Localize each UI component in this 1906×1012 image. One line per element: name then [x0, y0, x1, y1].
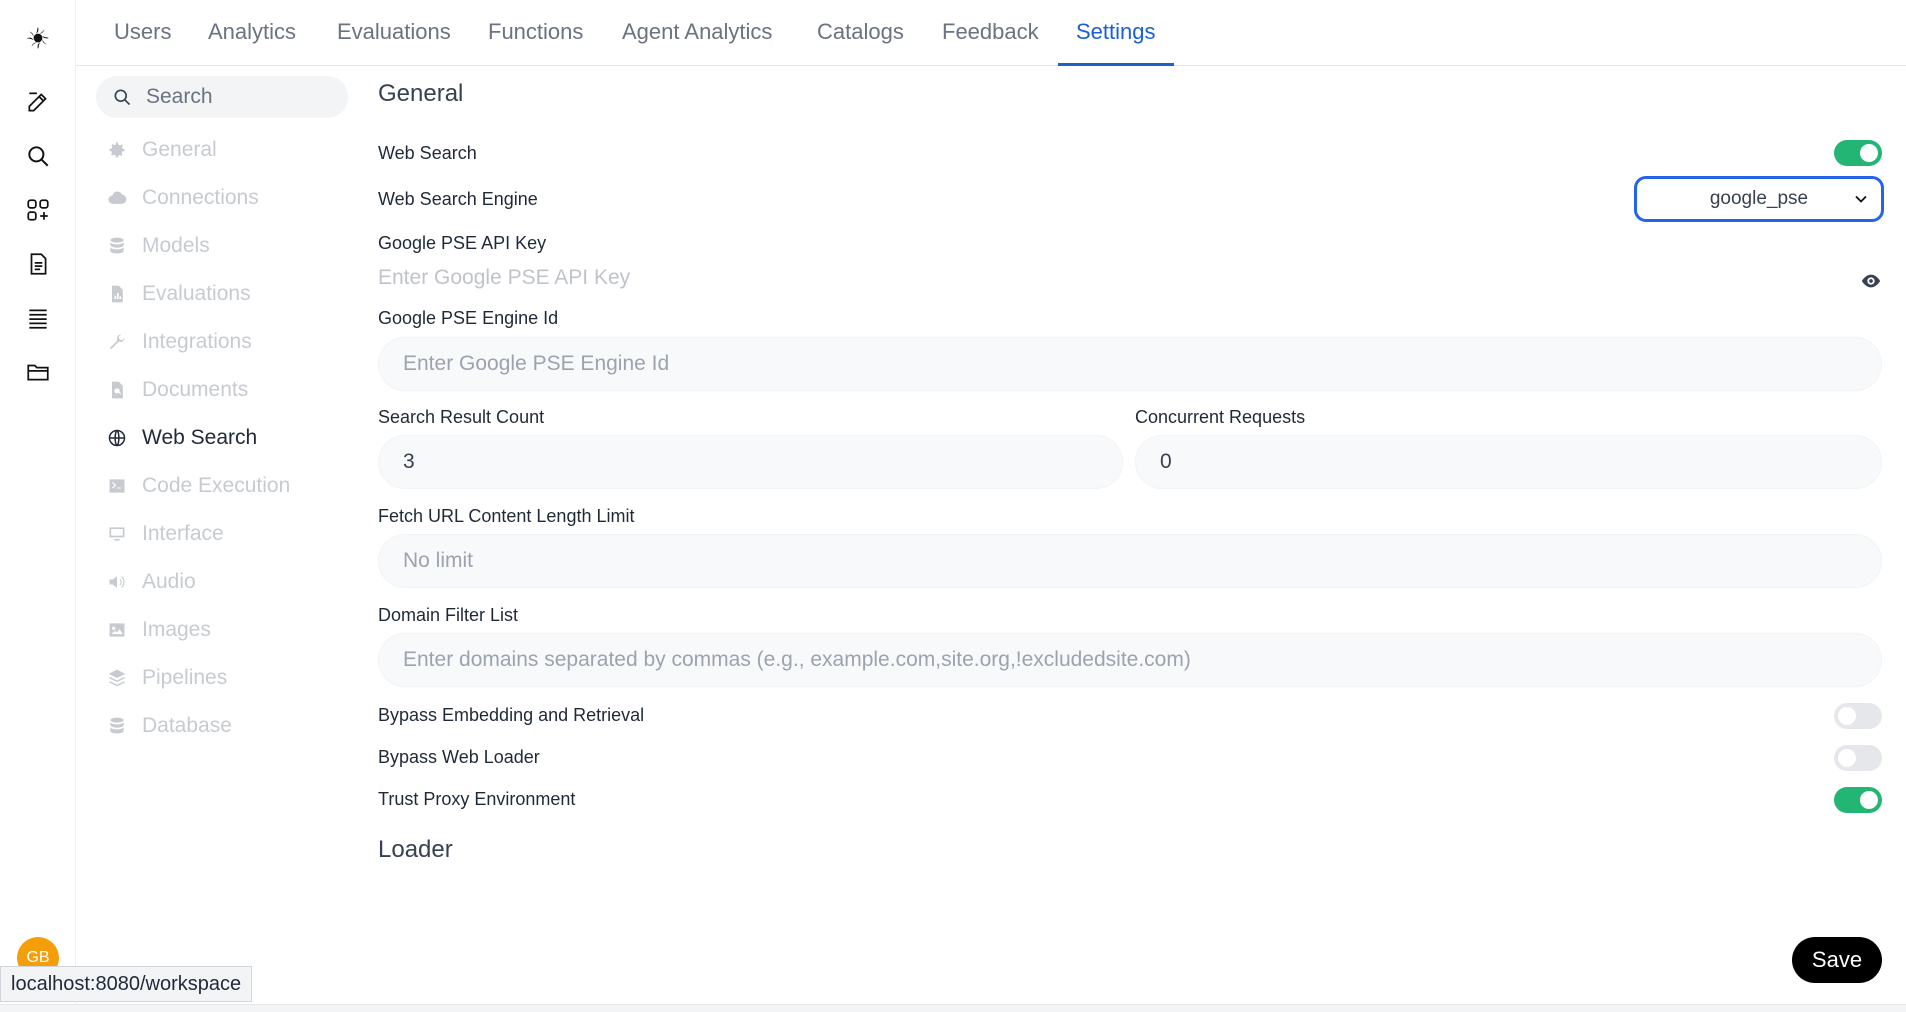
result-count-label: Search Result Count [378, 407, 545, 427]
tab-analytics[interactable]: Analytics [208, 0, 296, 66]
toggle-knob [1838, 707, 1856, 725]
apps-icon[interactable] [22, 194, 54, 226]
section-title-loader: Loader [378, 836, 453, 863]
sidebar-item-label: Images [142, 618, 211, 641]
list-icon[interactable] [22, 302, 54, 334]
sidebar-item-label: Evaluations [142, 282, 251, 305]
folder-icon[interactable] [22, 356, 54, 388]
sidebar-item-label: Audio [142, 570, 196, 593]
sidebar-item-evaluations[interactable]: Evaluations [106, 276, 251, 312]
domain-filter-label: Domain Filter List [378, 605, 519, 625]
trust-proxy-toggle[interactable] [1834, 787, 1882, 813]
engine-label: Web Search Engine [378, 189, 538, 209]
bypass-loader-toggle[interactable] [1834, 745, 1882, 771]
sidebar-item-connections[interactable]: Connections [106, 180, 259, 216]
tab-evaluations[interactable]: Evaluations [337, 0, 451, 66]
engine-id-label: Google PSE Engine Id [378, 308, 559, 328]
sidebar-item-label: Integrations [142, 330, 252, 353]
bypass-embedding-toggle[interactable] [1834, 703, 1882, 729]
top-tabs: Users Analytics Evaluations Functions Ag… [76, 0, 1906, 66]
bottom-edge [0, 1004, 1906, 1012]
left-rail: GB [0, 0, 76, 1012]
sidebar-item-label: Documents [142, 378, 249, 401]
notes-icon[interactable] [22, 248, 54, 280]
web-search-label: Web Search [378, 143, 477, 163]
terminal-icon [106, 475, 128, 497]
document-chart-icon [106, 283, 128, 305]
trust-proxy-label: Trust Proxy Environment [378, 789, 576, 809]
status-bar-url: localhost:8080/workspace [0, 966, 253, 1002]
edit-icon[interactable] [22, 86, 54, 118]
domain-filter-input[interactable]: Enter domains separated by commas (e.g.,… [378, 633, 1882, 687]
bypass-embedding-label: Bypass Embedding and Retrieval [378, 705, 645, 725]
sidebar-item-code-execution[interactable]: Code Execution [106, 468, 290, 504]
fetch-limit-input[interactable]: No limit [378, 534, 1882, 588]
sidebar-item-label: Pipelines [142, 666, 228, 689]
section-title-general: General [378, 80, 464, 107]
gear-icon [106, 139, 128, 161]
bypass-loader-label: Bypass Web Loader [378, 747, 540, 767]
sidebar-item-web-search[interactable]: Web Search [106, 420, 257, 456]
tab-agent-analytics[interactable]: Agent Analytics [622, 0, 772, 66]
sidebar-item-audio[interactable]: Audio [106, 564, 196, 600]
toggle-knob [1838, 749, 1856, 767]
wrench-icon [106, 331, 128, 353]
image-icon [106, 619, 128, 641]
tab-catalogs[interactable]: Catalogs [817, 0, 904, 66]
toggle-knob [1860, 791, 1878, 809]
sidebar-item-documents[interactable]: Documents [106, 372, 248, 408]
tab-feedback[interactable]: Feedback [942, 0, 1039, 66]
sidebar-item-label: Web Search [142, 426, 258, 449]
sidebar-item-label: Code Execution [142, 474, 291, 497]
monitor-icon [106, 523, 128, 545]
api-key-label: Google PSE API Key [378, 233, 547, 253]
sidebar-item-label: Database [142, 714, 232, 737]
sidebar-item-label: Models [142, 234, 210, 257]
cloud-icon [106, 187, 128, 209]
concurrent-label: Concurrent Requests [1135, 407, 1306, 427]
toggle-knob [1860, 144, 1878, 162]
sidebar-item-integrations[interactable]: Integrations [106, 324, 252, 360]
search-icon[interactable] [22, 140, 54, 172]
settings-search-input[interactable] [144, 84, 334, 110]
database-icon [106, 235, 128, 257]
api-key-input[interactable]: Enter Google PSE API Key [378, 266, 1778, 296]
save-button[interactable]: Save [1792, 937, 1882, 983]
web-search-toggle[interactable] [1834, 140, 1882, 166]
tab-users[interactable]: Users [114, 0, 171, 66]
sidebar-item-pipelines[interactable]: Pipelines [106, 660, 227, 696]
sidebar-item-database[interactable]: Database [106, 708, 232, 744]
sidebar-item-label: Interface [142, 522, 224, 545]
result-count-input[interactable]: 3 [378, 435, 1123, 489]
eye-icon[interactable] [1860, 270, 1882, 292]
concurrent-input[interactable]: 0 [1135, 435, 1882, 489]
sidebar-item-models[interactable]: Models [106, 228, 210, 264]
engine-id-input[interactable]: Enter Google PSE Engine Id [378, 337, 1882, 391]
fetch-limit-label: Fetch URL Content Length Limit [378, 506, 635, 526]
tab-functions[interactable]: Functions [488, 0, 583, 66]
sidebar-item-label: General [142, 138, 217, 161]
sidebar-item-images[interactable]: Images [106, 612, 211, 648]
settings-search[interactable] [96, 76, 348, 118]
sidebar-item-label: Connections [142, 186, 259, 209]
engine-select-value: google_pse [1709, 188, 1809, 209]
speaker-icon [106, 571, 128, 593]
chevron-down-icon [1855, 195, 1867, 203]
layers-icon [106, 667, 128, 689]
tab-settings[interactable]: Settings [1058, 0, 1174, 66]
database-icon [106, 715, 128, 737]
globe-icon [106, 427, 128, 449]
document-search-icon [106, 379, 128, 401]
sidebar-item-general[interactable]: General [106, 132, 217, 168]
search-icon [114, 89, 131, 106]
sidebar-item-interface[interactable]: Interface [106, 516, 224, 552]
logo-icon[interactable] [22, 22, 54, 54]
engine-select[interactable]: google_pse [1634, 176, 1884, 222]
